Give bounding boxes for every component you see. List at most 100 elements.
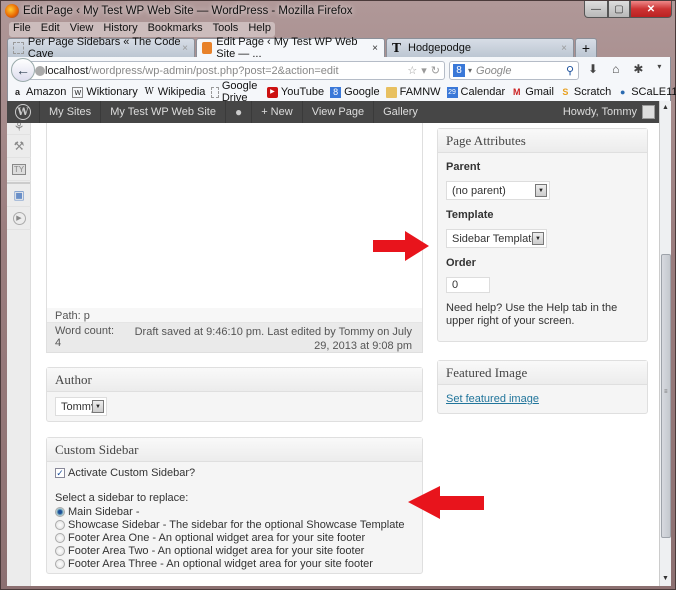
author-metabox-title[interactable]: Author [47,368,422,392]
bookmark-google[interactable]: 8 Google [330,86,380,98]
author-metabox: Author Tommy ▼ [46,367,423,422]
wp-admin-bar: W My Sites My Test WP Web Site ● + New V… [7,101,659,123]
bookmark-label: YouTube [280,86,325,98]
addon-icon[interactable]: ✱ [633,62,643,76]
scroll-up-icon[interactable]: ▲ [660,101,671,115]
featured-image-title[interactable]: Featured Image [438,361,647,385]
maximize-button[interactable]: ▢ [608,1,630,18]
tab-edit-page[interactable]: Edit Page ‹ My Test WP Web Site — ... × [196,36,385,60]
bookmark-calendar[interactable]: 29 Calendar [446,86,506,98]
menu-view[interactable]: View [70,22,94,37]
admin-bar-site-name[interactable]: My Test WP Web Site [101,101,226,123]
search-engine-dropdown-icon[interactable]: ▾ [468,66,472,75]
sidebar-option-showcase[interactable]: Showcase Sidebar - The sidebar for the o… [55,518,414,531]
minimize-button[interactable]: — [584,1,608,18]
radio-button[interactable] [55,506,65,517]
menu-help[interactable]: Help [248,22,271,37]
admin-bar-account[interactable]: Howdy, Tommy [563,101,655,123]
admin-side-menu: ⚘ ⚒ TY ▣ ▶ [7,123,31,586]
radio-button[interactable] [55,545,65,556]
radio-button[interactable] [55,558,65,569]
bookmark-star-icon[interactable]: ☆ [407,64,417,77]
radio-button[interactable] [55,532,65,543]
collapse-menu-icon[interactable]: ▶ [7,207,31,230]
tab-hodgepodge[interactable]: T Hodgepodge × [386,38,574,57]
bookmark-famnw[interactable]: FAMNW [385,86,441,98]
sidebar-option-label: Footer Area Three - An optional widget a… [68,557,373,570]
firefox-logo-icon [5,4,19,18]
menu-bar: File Edit View History Bookmarks Tools H… [9,22,275,37]
radio-button[interactable] [55,519,65,530]
admin-bar-my-sites[interactable]: My Sites [40,101,102,123]
custom-sidebar-title[interactable]: Custom Sidebar [47,438,422,462]
scrollbar-thumb[interactable]: ≡ [661,254,671,538]
search-input[interactable]: 8 ▾ Google ⚲ [449,61,579,80]
menu-dropdown-icon[interactable]: ▾ [657,62,661,76]
bookmark-youtube[interactable]: ▶ YouTube [266,86,325,98]
sidebar-option-main[interactable]: Main Sidebar - [55,505,414,518]
sidebar-option-footer-three[interactable]: Footer Area Three - An optional widget a… [55,557,414,570]
google-icon: 8 [330,86,342,98]
order-input[interactable]: 0 [446,277,490,293]
url-bar[interactable]: localhost/wordpress/wp-admin/post.php?po… [30,61,445,80]
tab-close-icon[interactable]: × [182,43,188,54]
tab-label: Hodgepodge [408,42,472,54]
menu-history[interactable]: History [103,22,137,37]
bookmark-label: Calendar [460,86,506,98]
parent-select[interactable]: (no parent) ▼ [446,181,550,200]
author-select[interactable]: Tommy ▼ [55,397,107,416]
scroll-down-icon[interactable]: ▼ [660,572,671,586]
tab-close-icon[interactable]: × [372,43,378,54]
media-menu-icon[interactable]: ▣ [7,184,31,207]
home-icon[interactable]: ⌂ [612,62,619,76]
admin-bar-view-page[interactable]: View Page [303,101,375,123]
window-title: Edit Page ‹ My Test WP Web Site — WordPr… [23,5,353,17]
bookmark-label: Google [344,86,380,98]
bookmarks-toolbar: a Amazon W Wiktionary W Wikipedia Google Dr… [7,80,676,104]
set-featured-image-link[interactable]: Set featured image [446,393,539,405]
back-button[interactable]: ← [11,58,35,82]
new-tab-button[interactable]: + [575,38,597,57]
url-host: localhost [45,64,89,77]
reload-icon[interactable]: ↻ [431,64,440,77]
bookmark-gmail[interactable]: M Gmail [511,86,554,98]
custom-sidebar-metabox: Custom Sidebar ✓ Activate Custom Sidebar… [46,437,423,574]
page-attributes-title[interactable]: Page Attributes [438,129,647,153]
close-button[interactable]: ✕ [630,1,672,18]
bookmark-wikipedia[interactable]: W Wikipedia [144,86,206,98]
search-icon[interactable]: ⚲ [566,64,574,77]
parent-select-value: (no parent) [452,184,506,197]
bookmark-scale11x[interactable]: ● SCaLE11x [617,86,676,98]
calendar-icon: 29 [446,86,458,98]
activate-custom-sidebar-checkbox[interactable]: ✓ [55,467,65,478]
navigation-bar: localhost/wordpress/wp-admin/post.php?po… [7,57,671,83]
google-search-engine-icon[interactable]: 8 [453,64,465,77]
history-dropdown-icon[interactable]: ▾ [421,64,427,77]
downloads-icon[interactable]: ⬇ [588,62,598,76]
bookmark-amazon[interactable]: a Amazon [12,86,66,98]
bookmark-scratch[interactable]: S Scratch [560,86,611,98]
admin-bar-comments[interactable]: ● [226,101,253,123]
tab-per-page-sidebars[interactable]: Per Page Sidebars « The Code Cave × [7,36,195,60]
menu-bookmarks[interactable]: Bookmarks [148,22,203,37]
template-select[interactable]: Sidebar Template ▼ [446,229,547,248]
sidebar-option-label: Showcase Sidebar - The sidebar for the o… [68,518,405,531]
sidebar-option-footer-two[interactable]: Footer Area Two - An optional widget are… [55,544,414,557]
admin-bar-new[interactable]: + New [252,101,303,123]
page-scrollbar[interactable]: ▲ ≡ ▼ [659,101,671,586]
bookmark-label: Wiktionary [86,86,138,98]
menu-edit[interactable]: Edit [41,22,60,37]
menu-file[interactable]: File [13,22,31,37]
sidebar-option-footer-one[interactable]: Footer Area One - An optional widget are… [55,531,414,544]
menu-tools[interactable]: Tools [213,22,239,37]
bookmark-wiktionary[interactable]: W Wiktionary [72,86,138,98]
admin-bar-gallery[interactable]: Gallery [374,101,427,123]
plugins-menu-icon[interactable]: ⚒ [7,135,31,158]
page-attributes-metabox: Page Attributes Parent (no parent) ▼ Tem… [437,128,648,342]
tools-menu-icon[interactable]: TY [7,158,31,181]
wp-logo-button[interactable]: W [7,101,40,123]
template-label: Template [446,209,494,221]
tab-close-icon[interactable]: × [561,43,567,54]
order-label: Order [446,257,476,269]
appearance-menu-icon[interactable]: ⚘ [7,123,31,135]
